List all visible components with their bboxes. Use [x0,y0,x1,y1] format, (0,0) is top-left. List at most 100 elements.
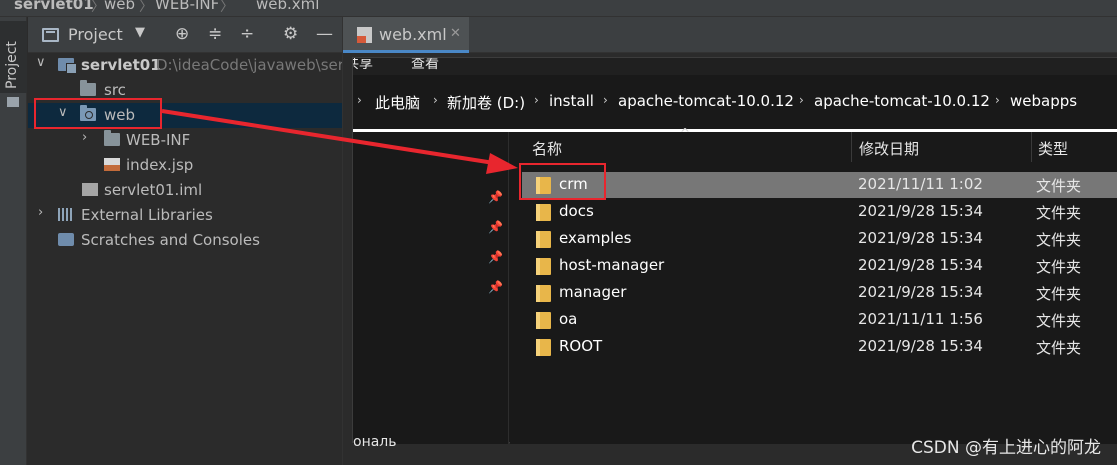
chevron-right-icon: › [357,93,362,107]
file-row[interactable]: docs 2021/9/28 15:34 文件夹 [522,199,1117,225]
chevron-down-icon[interactable]: ∨ [36,55,46,70]
file-row[interactable]: examples 2021/9/28 15:34 文件夹 [522,226,1117,252]
tree-row-iml[interactable]: servlet01.iml [28,178,342,203]
chevron-right-icon: › [603,93,608,107]
breadcrumb-separator: 〉 [91,0,105,15]
tree-row-web-inf[interactable]: › WEB-INF [28,128,342,153]
file-date: 2021/9/28 15:34 [858,283,983,301]
tree-label-external-libraries: External Libraries [81,206,213,224]
file-name: examples [559,229,632,247]
tree-row-index-jsp[interactable]: index.jsp [28,153,342,178]
breadcrumb-web[interactable]: web [104,0,135,13]
column-divider[interactable] [1031,132,1032,162]
column-divider[interactable] [851,132,852,162]
tree-label-index-jsp: index.jsp [126,156,194,174]
file-row[interactable]: crm 2021/11/11 1:02 文件夹 [522,172,1117,198]
module-path: D:\ideaCode\javaweb\ser [156,56,344,74]
gear-icon[interactable]: ⚙ [283,24,298,44]
pin-icon[interactable]: 📌 [488,250,503,264]
file-date: 2021/11/11 1:56 [858,310,983,328]
scratches-icon [58,233,74,246]
folder-icon [536,204,551,221]
breadcrumb-web-inf[interactable]: WEB-INF [155,0,219,13]
address-segment-tomcat-1[interactable]: apache-tomcat-10.0.12 [618,92,794,110]
file-type: 文件夹 [1036,258,1082,276]
file-row[interactable]: ROOT 2021/9/28 15:34 文件夹 [522,334,1117,360]
module-name: servlet01 [81,56,161,74]
file-explorer-window: 共享 查看 › 此电脑 › 新加卷 (D:) › install › apach… [352,57,1117,450]
project-panel-title[interactable]: Project [68,25,123,44]
library-icon [58,208,74,221]
collapse-all-icon[interactable]: ÷ [240,24,254,44]
close-icon[interactable]: ✕ [450,26,461,41]
project-tool-tab-label: Project [4,41,20,89]
tab-web-xml[interactable]: web.xml ✕ [343,17,469,53]
folder-icon [80,80,96,96]
file-date: 2021/9/28 15:34 [858,256,983,274]
address-segment-install[interactable]: install [549,92,594,110]
breadcrumb-web-xml[interactable]: web.xml [256,0,319,13]
iml-file-icon [82,183,98,196]
address-segment-webapps[interactable]: webapps [1010,92,1077,110]
address-segment-tomcat-2[interactable]: apache-tomcat-10.0.12 [814,92,990,110]
tree-label-src: src [104,81,126,99]
jsp-file-icon [104,158,120,171]
pin-icon[interactable]: 📌 [488,220,503,234]
file-name: manager [559,283,627,301]
pin-icon[interactable]: 📌 [488,190,503,204]
folder-icon [536,258,551,275]
breadcrumb-separator: 〉 [220,0,234,15]
file-type: 文件夹 [1036,339,1082,357]
pin-icon[interactable]: 📌 [488,280,503,294]
folder-icon [536,231,551,248]
annotation-box-crm [519,163,606,200]
chevron-right-icon: › [799,93,804,107]
breadcrumb-separator: 〉 [139,0,153,15]
address-segment-drive[interactable]: 新加卷 (D:) [447,92,525,113]
column-header-date[interactable]: 修改日期 [859,138,919,159]
chevron-right-icon[interactable]: › [82,130,87,145]
module-icon [58,58,77,74]
tree-row-scratches[interactable]: Scratches and Consoles [28,228,342,253]
folder-icon [536,285,551,302]
navigation-bar: servlet01 〉 web 〉 WEB-INF 〉 web.xml [0,0,1117,17]
menu-share[interactable]: 共享 [353,58,373,73]
tree-row-external-libraries[interactable]: › External Libraries [28,203,342,228]
minimize-icon[interactable]: — [316,24,333,44]
file-name: oa [559,310,578,328]
file-type: 文件夹 [1036,231,1082,249]
file-row[interactable]: host-manager 2021/9/28 15:34 文件夹 [522,253,1117,279]
file-date: 2021/9/28 15:34 [858,337,983,355]
file-type: 文件夹 [1036,285,1082,303]
breadcrumb-servlet01[interactable]: servlet01 [14,0,94,13]
menu-view[interactable]: 查看 [411,58,439,73]
explorer-menu-bar: 共享 查看 [353,58,1117,75]
target-icon[interactable]: ⊕ [175,24,189,44]
project-tool-tab[interactable]: Project [0,21,27,93]
chevron-right-icon: › [433,93,438,107]
address-bar[interactable]: › 此电脑 › 新加卷 (D:) › install › apache-tomc… [353,75,1117,129]
left-tool-strip: Project [0,17,27,465]
chevron-right-icon[interactable]: › [38,205,43,220]
tree-row-module[interactable]: ∨ servlet01 D:\ideaCode\javaweb\ser [28,53,344,78]
column-header-type[interactable]: 类型 [1038,138,1068,159]
chevron-right-icon: › [534,93,539,107]
tree-label-iml: servlet01.iml [104,181,203,199]
file-name: ROOT [559,337,603,355]
navigation-pane[interactable]: 📌 📌 📌 📌 ональ [353,132,509,450]
file-row[interactable]: oa 2021/11/11 1:56 文件夹 [522,307,1117,333]
column-headers: ^ 名称 修改日期 类型 [510,126,1117,162]
file-type: 文件夹 [1036,177,1082,195]
sort-caret-icon: ^ [680,126,691,140]
annotation-box-web [34,98,162,129]
folder-icon [7,97,19,107]
column-header-name[interactable]: 名称 [532,138,562,159]
folder-icon [536,339,551,356]
editor-tab-bar: web.xml ✕ [342,17,1117,53]
file-type: 文件夹 [1036,204,1082,222]
address-segment-this-pc[interactable]: 此电脑 [375,92,420,113]
file-row[interactable]: manager 2021/9/28 15:34 文件夹 [522,280,1117,306]
expand-all-icon[interactable]: ≑ [208,24,222,44]
file-name: host-manager [559,256,665,274]
caret-down-icon[interactable]: ▼ [135,25,145,40]
